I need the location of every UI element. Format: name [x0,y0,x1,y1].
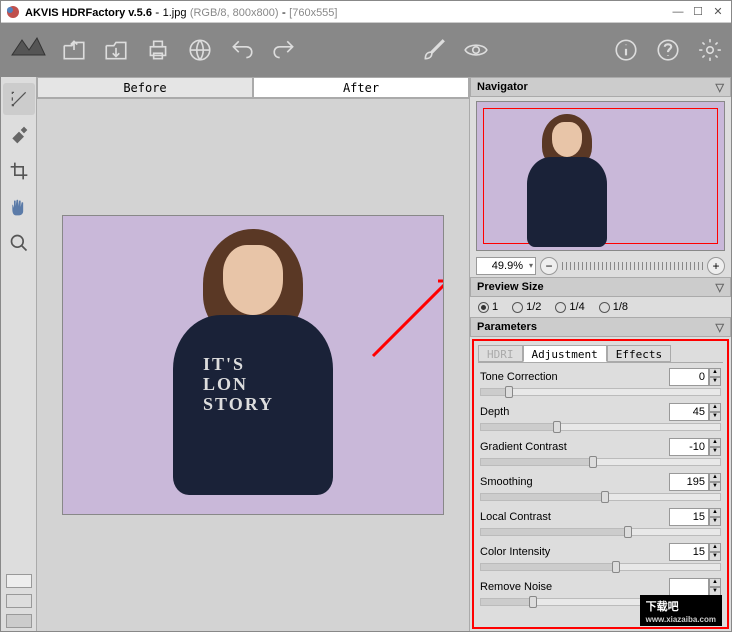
hand-tool[interactable] [3,191,35,223]
info-icon[interactable] [611,35,641,65]
spin-up-icon[interactable]: ▲ [709,403,721,412]
logo-icon [7,30,47,70]
zoom-tool[interactable] [3,227,35,259]
param-label: Remove Noise [480,581,669,593]
param-slider[interactable] [480,528,721,536]
quick-select-tool[interactable] [3,83,35,115]
param-tab-effects[interactable]: Effects [607,345,671,362]
tab-after[interactable]: After [253,77,469,98]
redo-icon[interactable] [269,35,299,65]
spin-down-icon[interactable]: ▼ [709,377,721,386]
param-label: Gradient Contrast [480,441,669,453]
swatch-3[interactable] [6,614,32,628]
zoom-out-button[interactable]: − [540,257,558,275]
main-image: IT'S LON STORY [62,215,444,515]
preview-radio-1[interactable]: 1 [478,301,498,313]
param-label: Color Intensity [480,546,669,558]
param-slider[interactable] [480,493,721,501]
print-icon[interactable] [143,35,173,65]
undo-icon[interactable] [227,35,257,65]
save-icon[interactable] [101,35,131,65]
before-after-tabs: Before After [37,77,469,99]
param-value[interactable]: 15 [669,543,709,561]
settings-icon[interactable] [695,35,725,65]
help-icon[interactable] [653,35,683,65]
zoom-in-button[interactable]: + [707,257,725,275]
param-row: Depth45▲▼ [480,402,721,431]
main-toolbar [1,23,731,77]
titlebar: AKVIS HDRFactory v.5.6 - 1.jpg (RGB/8, 8… [1,1,731,23]
param-label: Depth [480,406,669,418]
spin-up-icon[interactable]: ▲ [709,508,721,517]
parameters-header[interactable]: Parameters▽ [470,317,731,337]
param-tab-hdri[interactable]: HDRI [478,345,523,362]
watermark: 下载吧www.xiazaiba.com [640,595,722,626]
preview-radio-1-4[interactable]: 1/4 [555,301,584,313]
param-value[interactable] [669,578,709,596]
param-row: Tone Correction0▲▼ [480,367,721,396]
left-toolbar [1,77,37,631]
canvas-area[interactable]: IT'S LON STORY [37,99,469,631]
spin-down-icon[interactable]: ▼ [709,517,721,526]
preview-size-header[interactable]: Preview Size▽ [470,277,731,297]
share-icon[interactable] [185,35,215,65]
param-label: Local Contrast [480,511,669,523]
preview-size-options: 1 1/2 1/4 1/8 [470,297,731,317]
crop-tool[interactable] [3,155,35,187]
parameters-panel: HDRIAdjustmentEffects Tone Correction0▲▼… [472,339,729,629]
spin-up-icon[interactable]: ▲ [709,578,721,587]
spin-up-icon[interactable]: ▲ [709,368,721,377]
swatch-1[interactable] [6,574,32,588]
param-slider[interactable] [480,423,721,431]
app-icon [5,4,21,20]
param-value[interactable]: 45 [669,403,709,421]
eraser-tool[interactable] [3,119,35,151]
param-value[interactable]: 15 [669,508,709,526]
spin-down-icon[interactable]: ▼ [709,552,721,561]
close-button[interactable]: ✕ [709,4,727,20]
spin-up-icon[interactable]: ▲ [709,473,721,482]
minimize-button[interactable]: — [669,4,687,20]
param-row: Smoothing195▲▼ [480,472,721,501]
param-value[interactable]: 195 [669,473,709,491]
zoom-field[interactable]: 49.9% [476,257,536,275]
param-slider[interactable] [480,563,721,571]
window-title: AKVIS HDRFactory v.5.6 - 1.jpg (RGB/8, 8… [25,5,669,19]
param-tab-adjustment[interactable]: Adjustment [523,345,607,362]
zoom-slider[interactable] [562,261,703,271]
brush-icon[interactable] [419,35,449,65]
spin-down-icon[interactable]: ▼ [709,412,721,421]
param-label: Tone Correction [480,371,669,383]
navigator-preview[interactable] [476,101,725,251]
param-row: Color Intensity15▲▼ [480,542,721,571]
param-slider[interactable] [480,458,721,466]
spin-down-icon[interactable]: ▼ [709,447,721,456]
maximize-button[interactable]: ☐ [689,4,707,20]
param-value[interactable]: -10 [669,438,709,456]
right-panel: Navigator▽ 49.9% − + Preview Size▽ 11/21… [469,77,731,631]
param-slider[interactable] [480,388,721,396]
swatch-2[interactable] [6,594,32,608]
spin-up-icon[interactable]: ▲ [709,438,721,447]
preview-radio-1-8[interactable]: 1/8 [599,301,628,313]
param-label: Smoothing [480,476,669,488]
param-row: Local Contrast15▲▼ [480,507,721,536]
preview-radio-1-2[interactable]: 1/2 [512,301,541,313]
spin-down-icon[interactable]: ▼ [709,482,721,491]
param-value[interactable]: 0 [669,368,709,386]
param-row: Gradient Contrast-10▲▼ [480,437,721,466]
tab-before[interactable]: Before [37,77,253,98]
eye-icon[interactable] [461,35,491,65]
navigator-header[interactable]: Navigator▽ [470,77,731,97]
open-icon[interactable] [59,35,89,65]
spin-up-icon[interactable]: ▲ [709,543,721,552]
